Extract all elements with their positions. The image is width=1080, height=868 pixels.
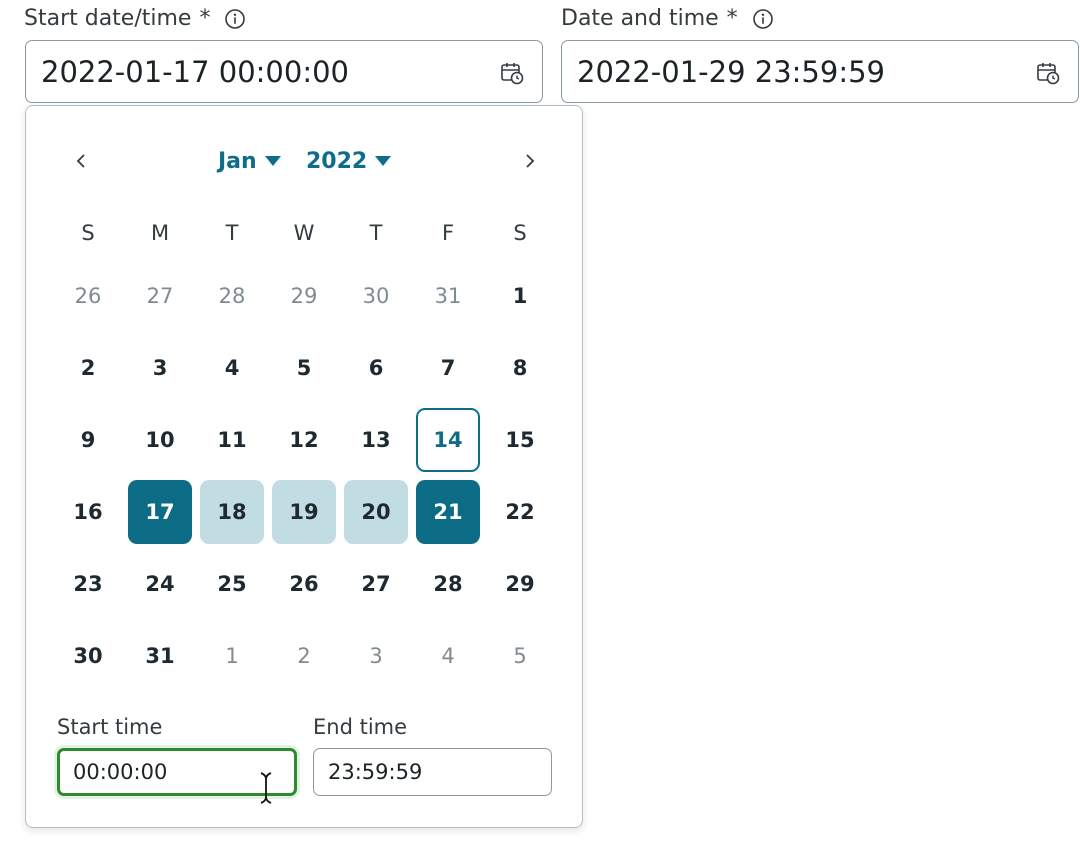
caret-down-icon: [375, 156, 392, 166]
chevron-right-icon: [526, 154, 535, 168]
chevron-left-icon: [76, 154, 85, 168]
calendar-day[interactable]: 13: [344, 408, 408, 472]
calendar-day[interactable]: 12: [272, 408, 336, 472]
weekday-label: M: [150, 221, 170, 245]
calendar-day[interactable]: 20: [344, 480, 408, 544]
calendar-day[interactable]: 24: [128, 552, 192, 616]
calendar-day[interactable]: 5: [488, 624, 552, 688]
calendar-day[interactable]: 3: [344, 624, 408, 688]
calendar-day[interactable]: 17: [128, 480, 192, 544]
info-icon[interactable]: [224, 8, 246, 30]
calendar-day[interactable]: 26: [272, 552, 336, 616]
start-datetime-field: Start date/time * 2022-01-17 00:00:00: [24, 0, 543, 104]
calendar-day[interactable]: 6: [344, 336, 408, 400]
calendar-day[interactable]: 27: [128, 264, 192, 328]
calendar-day[interactable]: 3: [128, 336, 192, 400]
end-datetime-label-row: Date and time *: [561, 6, 774, 31]
calendar-day[interactable]: 19: [272, 480, 336, 544]
calendar-day[interactable]: 23: [56, 552, 120, 616]
end-datetime-input[interactable]: 2022-01-29 23:59:59: [561, 40, 1079, 103]
weekday-label: T: [225, 221, 239, 245]
weekday-label: S: [513, 221, 527, 245]
calendar-day[interactable]: 8: [488, 336, 552, 400]
calendar-day[interactable]: 30: [56, 624, 120, 688]
calendar-day[interactable]: 11: [200, 408, 264, 472]
month-value: Jan: [218, 148, 257, 174]
year-select[interactable]: 2022: [306, 146, 392, 176]
calendar-day[interactable]: 5: [272, 336, 336, 400]
calendar-day[interactable]: 9: [56, 408, 120, 472]
calendar-day[interactable]: 21: [416, 480, 480, 544]
calendar-day[interactable]: 28: [200, 264, 264, 328]
calendar-day[interactable]: 7: [416, 336, 480, 400]
end-datetime-value: 2022-01-29 23:59:59: [577, 54, 885, 89]
end-datetime-label: Date and time: [561, 6, 719, 31]
start-datetime-label-row: Start date/time *: [24, 6, 246, 31]
calendar-day[interactable]: 25: [200, 552, 264, 616]
start-time-input[interactable]: 00:00:00: [57, 748, 297, 804]
calendar-day[interactable]: 22: [488, 480, 552, 544]
date-range-picker-popup: Jan 2022 SMTWTFS 26 27 28 29 30 31 1 2 3 4 5 6 7 8 9 10…: [25, 105, 583, 828]
calendar-day[interactable]: 29: [488, 552, 552, 616]
calendar-day[interactable]: 30: [344, 264, 408, 328]
start-time-label: Start time: [57, 715, 163, 739]
end-datetime-field: Date and time * 2022-01-29 23:59:59: [561, 0, 1079, 104]
calendar-day[interactable]: 1: [488, 264, 552, 328]
weekday-label: T: [369, 221, 383, 245]
previous-month-button[interactable]: [66, 146, 96, 176]
required-asterisk: *: [726, 6, 738, 31]
calendar-day[interactable]: 18: [200, 480, 264, 544]
calendar-day[interactable]: 2: [272, 624, 336, 688]
month-select[interactable]: Jan: [218, 146, 281, 176]
calendar-day[interactable]: 14: [416, 408, 480, 472]
calendar-day[interactable]: 1: [200, 624, 264, 688]
text-cursor-icon: [260, 772, 272, 804]
weekday-label: F: [441, 221, 455, 245]
calendar-day[interactable]: 10: [128, 408, 192, 472]
calendar-day[interactable]: 4: [200, 336, 264, 400]
end-time-input[interactable]: 23:59:59: [313, 748, 552, 796]
info-icon[interactable]: [752, 8, 774, 30]
calendar-day[interactable]: 26: [56, 264, 120, 328]
start-datetime-value: 2022-01-17 00:00:00: [41, 54, 349, 89]
calendar-day[interactable]: 29: [272, 264, 336, 328]
calendar-day[interactable]: 28: [416, 552, 480, 616]
calendar-day[interactable]: 15: [488, 408, 552, 472]
calendar-day[interactable]: 31: [128, 624, 192, 688]
calendar-day[interactable]: 2: [56, 336, 120, 400]
weekday-label: S: [81, 221, 95, 245]
calendar-day[interactable]: 4: [416, 624, 480, 688]
end-time-value: 23:59:59: [328, 760, 423, 784]
required-asterisk: *: [199, 6, 211, 31]
calendar-day[interactable]: 31: [416, 264, 480, 328]
caret-down-icon: [264, 156, 281, 166]
start-datetime-input[interactable]: 2022-01-17 00:00:00: [25, 40, 543, 103]
end-time-label: End time: [313, 715, 408, 739]
year-value: 2022: [306, 148, 368, 174]
calendar-day[interactable]: 16: [56, 480, 120, 544]
calendar-clock-icon[interactable]: [500, 61, 524, 85]
calendar-clock-icon[interactable]: [1036, 61, 1060, 85]
calendar-day[interactable]: 27: [344, 552, 408, 616]
start-datetime-label: Start date/time: [24, 6, 192, 31]
next-month-button[interactable]: [515, 146, 545, 176]
start-time-value: 00:00:00: [73, 760, 168, 784]
weekday-label: W: [293, 221, 315, 245]
